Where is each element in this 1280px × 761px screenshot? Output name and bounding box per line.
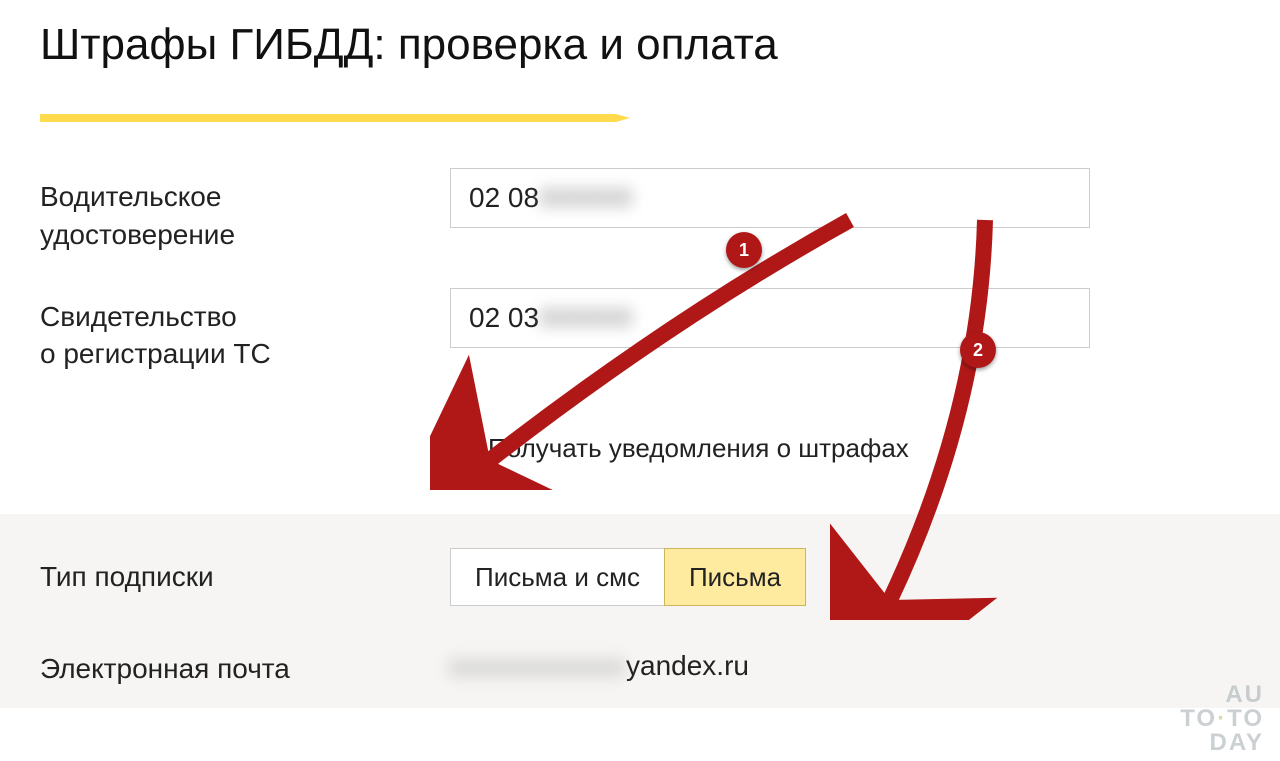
license-label: Водительское удостоверение: [40, 168, 450, 254]
row-registration: Свидетельство о регистрации ТС 02 03 000…: [40, 288, 1240, 374]
license-value-hidden: 000000: [539, 182, 632, 214]
annotation-badge-1: 1: [726, 232, 762, 268]
progress-fill: [40, 114, 616, 122]
page-title: Штрафы ГИБДД: проверка и оплата: [40, 20, 1240, 70]
watermark: AU TO·TO DAY: [1180, 683, 1264, 755]
checkmark-icon: [453, 436, 475, 458]
registration-value-visible: 02 03: [469, 302, 539, 334]
annotation-badge-2: 2: [960, 332, 996, 368]
email-hidden: xxxxxxxxxxx: [450, 650, 626, 682]
notifications-checkbox[interactable]: [450, 437, 474, 461]
toggle-letters[interactable]: Письма: [664, 548, 806, 606]
email-value: xxxxxxxxxxx yandex.ru: [450, 640, 1090, 682]
watermark-line2: TO·TO: [1180, 707, 1264, 731]
notifications-checkbox-row: Получать уведомления о штрафах: [450, 433, 1240, 464]
row-license: Водительское удостоверение 02 08 000000: [40, 168, 1240, 254]
registration-label: Свидетельство о регистрации ТС: [40, 288, 450, 374]
toggle-letters-sms[interactable]: Письма и смс: [450, 548, 665, 606]
registration-input[interactable]: 02 03 000000: [450, 288, 1090, 348]
watermark-line3: DAY: [1180, 731, 1264, 755]
progress-bar: [40, 114, 1240, 122]
registration-value-hidden: 000000: [539, 302, 632, 334]
subscription-section: Тип подписки Письма и смс Письма Электро…: [0, 514, 1280, 708]
license-input[interactable]: 02 08 000000: [450, 168, 1090, 228]
license-value-visible: 02 08: [469, 182, 539, 214]
notifications-label: Получать уведомления о штрафах: [488, 433, 909, 464]
email-label: Электронная почта: [40, 640, 450, 688]
watermark-line1: AU: [1180, 683, 1264, 707]
subscription-toggle: Письма и смс Письма: [450, 548, 1090, 606]
subscription-label: Тип подписки: [40, 548, 450, 596]
row-email: Электронная почта xxxxxxxxxxx yandex.ru: [40, 640, 1240, 688]
row-subscription: Тип подписки Письма и смс Письма: [40, 548, 1240, 606]
email-visible: yandex.ru: [626, 650, 749, 682]
